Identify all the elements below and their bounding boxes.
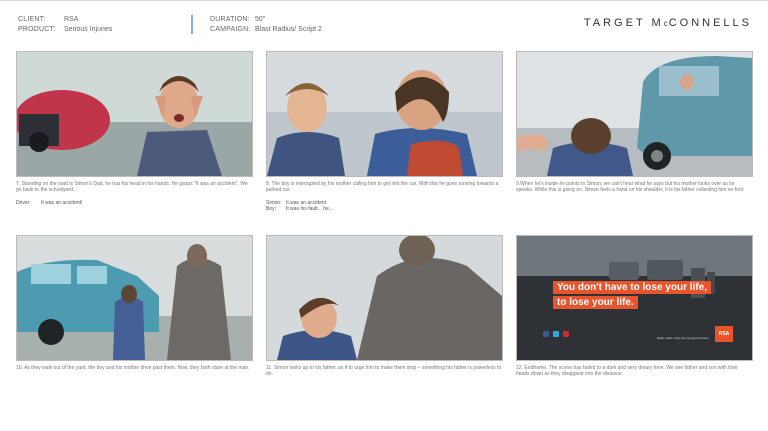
facebook-icon — [543, 331, 549, 337]
product-label: PRODUCT: — [18, 26, 56, 33]
frame-8-dialogue: Simon: It was an accident Boy: It was hi… — [266, 200, 502, 213]
twitter-icon — [553, 331, 559, 337]
frame-7-dialogue: Driver: It was an accident! — [16, 200, 252, 206]
frame-10-caption: 10. As they walk out of the yard, the bo… — [16, 365, 250, 371]
dialogue-line: Driver: It was an accident! — [16, 200, 252, 206]
storyboard-frame-7 — [16, 51, 253, 177]
rsa-logo-badge: RSA — [715, 326, 733, 342]
youtube-icon — [563, 331, 569, 337]
duration-value: 50" — [255, 16, 266, 23]
frame-9-caption: 9.When he's inside he points to Simon, w… — [516, 181, 745, 194]
frame-7-caption: 7. Standing on the road is Simon's Dad, … — [16, 181, 248, 194]
client-value: RSA — [64, 16, 79, 23]
frame-8-illustration — [267, 52, 502, 176]
frame-11-illustration — [267, 236, 502, 360]
client-label: CLIENT: — [18, 16, 46, 23]
top-rule — [0, 0, 768, 1]
dialogue-line: Boy: It was his fault... he... — [266, 206, 502, 212]
header-divider — [191, 15, 193, 34]
frame-10-illustration — [17, 236, 252, 360]
frame-7-illustration — [17, 52, 252, 176]
logo-small-c: c — [663, 19, 669, 28]
header-client-block: CLIENT: RSA PRODUCT: Serious Injuries — [18, 15, 112, 35]
storyboard-frame-8 — [266, 51, 503, 177]
line: It was an accident! — [41, 200, 83, 206]
storyboard-frame-10 — [16, 235, 253, 361]
storyboard-frame-9 — [516, 51, 753, 177]
endframe-cta: Safer roads. Only you can get us there — [657, 336, 709, 340]
endframe-line-2: to lose your life. — [553, 296, 638, 309]
agency-logo: TARGET McCONNELLS — [583, 17, 752, 29]
frame-8-caption: 8. The boy is interrupted by his mother … — [266, 181, 499, 194]
speaker: Boy: — [266, 206, 277, 213]
duration-label: DURATION: — [210, 16, 250, 23]
storyboard-frame-12-endframe: You don't have to lose your life, to los… — [516, 235, 753, 361]
campaign-value: Blast Radius/ Script 2 — [255, 26, 322, 33]
campaign-label: CAMPAIGN: — [210, 26, 251, 33]
storyboard-frame-11 — [266, 235, 503, 361]
line: It was his fault... he... — [286, 206, 333, 213]
frame-12-caption: 12. Endframe. The scene has faded to a d… — [516, 365, 738, 378]
endframe-line-1: You don't have to lose your life, — [553, 281, 711, 294]
frame-9-illustration — [517, 52, 752, 176]
speaker: Driver: — [16, 200, 31, 206]
header-duration-block: DURATION: 50" CAMPAIGN: Blast Radius/ Sc… — [210, 15, 322, 35]
product-value: Serious Injuries — [64, 26, 113, 33]
frame-11-caption: 11. Simon looks up to his father, as if … — [266, 365, 502, 378]
